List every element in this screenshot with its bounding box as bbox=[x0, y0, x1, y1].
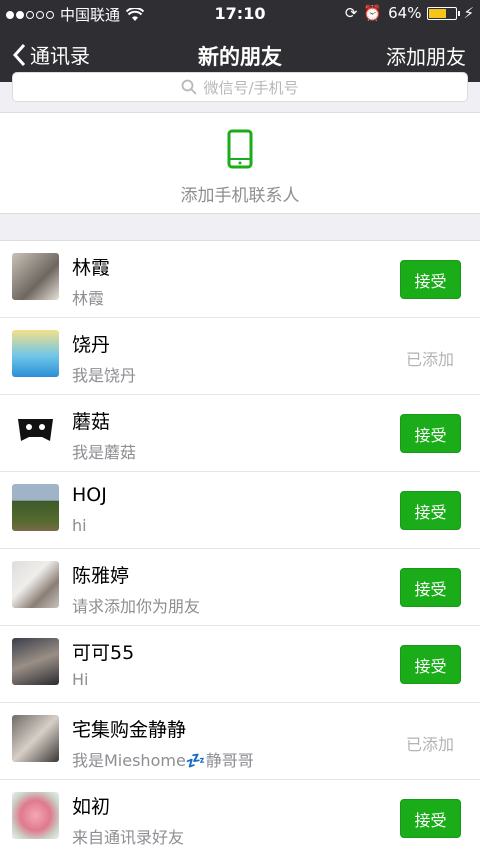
accept-button[interactable]: 接受 bbox=[400, 645, 461, 684]
avatar bbox=[12, 561, 59, 608]
orientation-lock-icon: ⟳ bbox=[344, 4, 358, 22]
contact-name: 宅集购金静静 bbox=[72, 719, 187, 741]
add-friend-button[interactable]: 添加朋友 bbox=[386, 41, 466, 70]
list-item[interactable]: 饶丹 我是饶丹 已添加 bbox=[0, 318, 480, 395]
friend-request-list: 林霞 林霞 接受 饶丹 我是饶丹 已添加 蘑菇 我是蘑菇 接受 HOJ hi 接… bbox=[0, 240, 480, 854]
request-message: 请求添加你为朋友 bbox=[72, 597, 201, 616]
contact-name: 饶丹 bbox=[72, 334, 111, 356]
contact-name: HOJ bbox=[72, 484, 107, 506]
list-item[interactable]: 如初 来自通讯录好友 接受 bbox=[0, 780, 480, 854]
add-phone-contacts[interactable]: 添加手机联系人 bbox=[0, 112, 480, 214]
accept-button[interactable]: 接受 bbox=[400, 568, 461, 607]
contact-name: 蘑菇 bbox=[72, 411, 111, 433]
top-bar: 中国联通 17:10 ⟳ ⏰ 64% ⚡ 通讯录 新的朋友 添加朋友 bbox=[0, 0, 480, 82]
contact-name: 陈雅婷 bbox=[72, 565, 130, 587]
request-message: 我是蘑菇 bbox=[72, 443, 137, 462]
accept-button[interactable]: 接受 bbox=[400, 491, 461, 530]
avatar bbox=[12, 792, 59, 839]
contact-name: 可可55 bbox=[72, 642, 135, 664]
avatar bbox=[12, 253, 59, 300]
alarm-icon: ⏰ bbox=[363, 4, 383, 22]
list-item[interactable]: 可可55 Hi 接受 bbox=[0, 626, 480, 703]
request-message: 林霞 bbox=[72, 289, 105, 308]
list-item[interactable]: 陈雅婷 请求添加你为朋友 接受 bbox=[0, 549, 480, 626]
avatar bbox=[12, 407, 59, 454]
search-area: 微信号/手机号 bbox=[0, 72, 480, 112]
added-status: 已添加 bbox=[405, 735, 454, 754]
status-bar: 中国联通 17:10 ⟳ ⏰ 64% ⚡ bbox=[0, 0, 480, 28]
battery-icon bbox=[427, 6, 461, 20]
contact-name: 如初 bbox=[72, 796, 111, 818]
list-item[interactable]: HOJ hi 接受 bbox=[0, 472, 480, 549]
list-item[interactable]: 林霞 林霞 接受 bbox=[0, 241, 480, 318]
add-phone-contacts-label: 添加手机联系人 bbox=[180, 186, 300, 206]
request-message: 我是饶丹 bbox=[72, 366, 137, 385]
list-item[interactable]: 蘑菇 我是蘑菇 接受 bbox=[0, 395, 480, 472]
avatar bbox=[12, 715, 59, 762]
search-icon bbox=[182, 79, 198, 95]
search-placeholder: 微信号/手机号 bbox=[203, 78, 299, 97]
avatar bbox=[12, 484, 59, 531]
accept-button[interactable]: 接受 bbox=[400, 260, 461, 299]
search-input[interactable]: 微信号/手机号 bbox=[12, 72, 468, 102]
request-message: Hi bbox=[72, 670, 89, 689]
request-message: hi bbox=[72, 516, 87, 535]
added-status: 已添加 bbox=[405, 350, 454, 369]
list-item[interactable]: 宅集购金静静 我是Mieshome💤静哥哥 已添加 bbox=[0, 703, 480, 780]
accept-button[interactable]: 接受 bbox=[400, 799, 461, 838]
avatar bbox=[12, 330, 59, 377]
contact-name: 林霞 bbox=[72, 257, 111, 279]
charging-icon: ⚡ bbox=[463, 4, 474, 22]
phone-icon bbox=[227, 129, 253, 169]
accept-button[interactable]: 接受 bbox=[400, 414, 461, 453]
request-message: 来自通讯录好友 bbox=[72, 828, 185, 847]
request-message: 我是Mieshome💤静哥哥 bbox=[72, 751, 254, 770]
avatar bbox=[12, 638, 59, 685]
battery-percent: 64% bbox=[388, 4, 422, 22]
status-right: ⟳ ⏰ 64% ⚡ bbox=[345, 4, 474, 22]
